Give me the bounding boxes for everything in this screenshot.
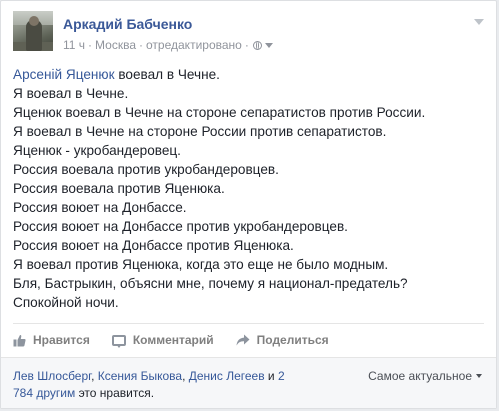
meta-separator: · <box>244 38 249 52</box>
post-line: Я воевал в Чечне на стороне России проти… <box>13 124 387 139</box>
post-line: Арсеній Яценюк воевал в Чечне. <box>13 65 486 84</box>
post-card: Аркадий Бабченко 11 ч · Москва · отредак… <box>0 0 497 409</box>
globe-icon[interactable] <box>252 40 262 50</box>
sort-label: Самое актуальное <box>368 369 472 383</box>
liker-link[interactable]: Ксения Быкова <box>98 369 182 383</box>
meta-separator: · <box>139 38 144 52</box>
audience-dropdown-icon[interactable] <box>264 42 273 48</box>
post-location[interactable]: Москва <box>95 38 136 52</box>
post-line: Спокойной ночи. <box>13 295 119 310</box>
likes-and: и <box>264 369 278 383</box>
liker-link[interactable]: Денис Легеев <box>189 369 265 383</box>
caret-down-icon <box>476 374 482 378</box>
like-button[interactable]: Нравится <box>13 333 90 347</box>
post-line: Россия воюет на Донбассе против укробанд… <box>13 219 348 234</box>
thumbs-up-icon <box>13 334 26 347</box>
post-actions: Нравится Комментарий Поделиться <box>13 323 484 356</box>
post-line: Россия воевала против Яценюка. <box>13 181 225 196</box>
meta-separator: · <box>88 38 93 52</box>
share-arrow-icon <box>236 334 250 346</box>
post-header: Аркадий Бабченко 11 ч · Москва · отредак… <box>13 11 484 55</box>
share-button[interactable]: Поделиться <box>236 333 329 347</box>
sort-comments-dropdown[interactable]: Самое актуальное <box>368 369 482 383</box>
likes-separator: , <box>182 369 189 383</box>
post-meta: 11 ч · Москва · отредактировано · <box>63 38 273 52</box>
post-body: Арсеній Яценюк воевал в Чечне. Я воевал … <box>13 65 486 312</box>
share-label: Поделиться <box>256 333 329 347</box>
post-line: Россия воюет на Донбассе. <box>13 200 187 215</box>
post-line: Бля, Бастрыкин, объясни мне, почему я на… <box>13 276 408 291</box>
like-label: Нравится <box>33 333 90 347</box>
comment-button[interactable]: Комментарий <box>111 333 214 348</box>
post-line: Я воевал в Чечне. <box>13 86 129 101</box>
post-time[interactable]: 11 ч <box>63 38 85 52</box>
comment-label: Комментарий <box>132 333 214 347</box>
author-name[interactable]: Аркадий Бабченко <box>63 16 192 32</box>
likes-text: Лев Шлосберг, Ксения Быкова, Денис Легее… <box>13 368 303 402</box>
post-line: Яценюк - укробандеровец. <box>13 143 181 158</box>
post-line-text: воевал в Чечне. <box>114 67 220 82</box>
likes-suffix: это нравится. <box>75 386 155 400</box>
post-line: Я воевал против Яценюка, когда это еще н… <box>13 257 389 272</box>
post-line: Яценюк воевал в Чечне на стороне сепарат… <box>13 105 426 120</box>
post-line: Россия воюет на Донбассе против Яценюка. <box>13 238 294 253</box>
likes-separator: , <box>91 369 98 383</box>
post-options-chevron-icon[interactable] <box>474 19 484 25</box>
mention-link[interactable]: Арсеній Яценюк <box>13 67 115 82</box>
liker-link[interactable]: Лев Шлосберг <box>13 369 91 383</box>
post-line: Россия воевала против укробандеровцев. <box>13 162 279 177</box>
comment-bubble-icon <box>111 334 126 348</box>
likes-summary: Лев Шлосберг, Ксения Быкова, Денис Легее… <box>1 357 496 408</box>
author-avatar[interactable] <box>13 11 53 51</box>
edited-label[interactable]: отредактировано <box>146 38 242 52</box>
